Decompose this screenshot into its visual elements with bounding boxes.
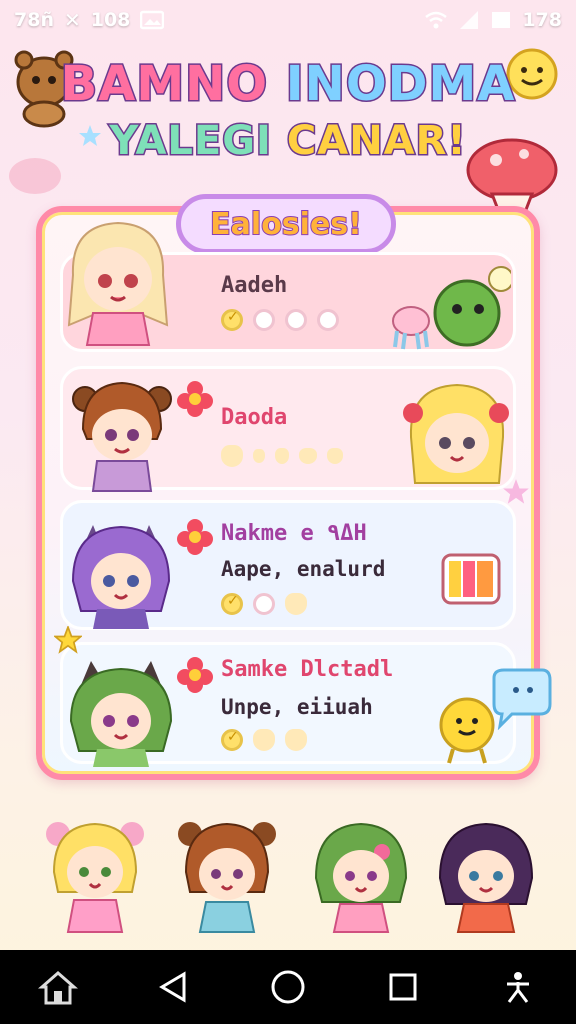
title-word-4: CANAR! [285, 117, 467, 166]
character-card-3[interactable]: Nakme e ٩ΔH Aape, enalurd [60, 500, 516, 630]
purple-hair-avatar [71, 525, 171, 629]
character-subtitle-4: Unpe, eiiuah [221, 695, 373, 719]
status-bar: 78ñ ✕ 108 178 [0, 0, 576, 40]
bottom-character-green[interactable] [306, 812, 416, 942]
progress-heart [327, 448, 343, 464]
progress-dots-1 [221, 309, 339, 331]
recents-button[interactable] [380, 964, 426, 1010]
character-subtitle-3: Aape, enalurd [221, 557, 386, 581]
status-count: 108 [90, 9, 131, 31]
progress-dot-empty [317, 309, 339, 331]
progress-dots-2 [221, 445, 343, 467]
home-icon [37, 971, 78, 1005]
status-battery-text: 178 [522, 9, 562, 31]
progress-dots-4 [221, 729, 307, 751]
image-icon [140, 10, 165, 30]
star-icon [54, 626, 82, 654]
home-button[interactable] [35, 964, 81, 1010]
green-hair-avatar [69, 661, 173, 767]
bottom-character-purple[interactable] [428, 812, 544, 942]
character-name-2: Daoda [221, 405, 288, 430]
progress-heart [253, 729, 275, 751]
character-name-3: Nakme e ٩ΔH [221, 521, 367, 546]
progress-dot-empty [253, 309, 275, 331]
signal-icon [460, 11, 479, 29]
wifi-icon [425, 11, 448, 29]
title-word-2: INODMA [284, 55, 516, 114]
circle-home-icon [271, 970, 305, 1004]
status-time: 78ñ [14, 9, 54, 31]
star-icon [503, 479, 529, 504]
progress-heart [221, 445, 243, 467]
progress-dot-filled [221, 593, 243, 615]
progress-dot-filled [221, 309, 243, 331]
panel-title-badge: Ealosies! [176, 194, 396, 254]
bottom-character-blonde[interactable] [40, 812, 150, 942]
back-button[interactable] [150, 964, 196, 1010]
recents-icon [389, 973, 417, 1001]
flower-icon [177, 381, 213, 417]
game-title-line2: YALEGI CANAR! [0, 117, 576, 166]
speech-bubble-icon [492, 668, 552, 730]
progress-heart [275, 448, 289, 464]
title-word-3: YALEGI [108, 117, 273, 166]
blonde-girl-avatar [67, 221, 169, 346]
progress-heart [285, 729, 307, 751]
character-name-4: Samke Dlctadl [221, 657, 394, 682]
character-name-1: Aadeh [221, 273, 288, 298]
back-icon [158, 971, 186, 1003]
accessibility-icon [507, 972, 530, 1003]
progress-heart [253, 449, 265, 463]
game-title-line1: BAMNO INODMA [0, 55, 576, 114]
squid-creature-icon [392, 306, 430, 350]
brown-hair-avatar [72, 381, 172, 492]
character-card-2[interactable]: Daoda [60, 366, 516, 492]
accessibility-button[interactable] [495, 964, 541, 1010]
progress-dot-empty [253, 593, 275, 615]
progress-dot-empty [285, 309, 307, 331]
fan-icon: ✕ [63, 8, 81, 32]
progress-dots-3 [221, 593, 307, 615]
bottom-character-brown[interactable] [172, 812, 282, 942]
flower-icon [177, 657, 213, 693]
green-monster-icon [433, 266, 511, 347]
character-card-4[interactable]: Samke Dlctadl Unpe, eiiuah [60, 642, 516, 767]
title-word-1: BAMNO [59, 55, 269, 114]
battery-icon [492, 12, 511, 28]
blonde-bow-avatar [403, 383, 509, 484]
card-stack-icon [441, 553, 501, 605]
progress-heart [285, 593, 307, 615]
progress-heart [299, 448, 317, 464]
circle-home-button[interactable] [265, 964, 311, 1010]
system-nav-bar [0, 950, 576, 1024]
progress-dot-filled [221, 729, 243, 751]
character-card-1[interactable]: Aadeh [60, 221, 516, 352]
flower-icon [177, 519, 213, 555]
